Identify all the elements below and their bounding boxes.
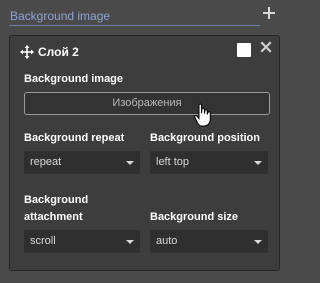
layer-title-row: Слой 2 xyxy=(10,36,279,66)
cursor-hand-icon xyxy=(194,103,211,127)
layer-panel: Слой 2 Background image Изображения Back… xyxy=(9,35,280,271)
background-position-value: left top xyxy=(156,156,190,168)
background-repeat-select[interactable]: repeat xyxy=(24,151,140,174)
background-repeat-label: Background repeat xyxy=(24,132,125,144)
close-icon[interactable] xyxy=(260,41,272,53)
move-icon[interactable] xyxy=(20,45,34,59)
section-title: Background image xyxy=(10,9,111,23)
background-image-label: Background image xyxy=(24,73,124,85)
background-size-value: auto xyxy=(156,235,178,247)
chevron-down-icon xyxy=(126,240,134,244)
background-attachment-select[interactable]: scroll xyxy=(24,230,140,253)
images-button[interactable]: Изображения xyxy=(24,92,270,115)
layer-title: Слой 2 xyxy=(38,45,79,59)
chevron-down-icon xyxy=(254,161,262,165)
header-divider xyxy=(9,25,260,26)
plus-icon[interactable] xyxy=(262,5,278,21)
background-size-select[interactable]: auto xyxy=(150,230,268,253)
background-attachment-value: scroll xyxy=(30,235,56,247)
background-size-label: Background size xyxy=(150,211,239,223)
background-attachment-label-line1: Background xyxy=(24,194,89,206)
chevron-down-icon xyxy=(254,240,262,244)
background-repeat-value: repeat xyxy=(30,156,62,168)
section-header: Background image xyxy=(0,0,290,34)
background-position-select[interactable]: left top xyxy=(150,151,268,174)
layer-visibility-checkbox[interactable] xyxy=(237,43,251,57)
background-position-label: Background position xyxy=(150,132,260,144)
background-attachment-label-line2: attachment xyxy=(24,211,83,223)
chevron-down-icon xyxy=(126,161,134,165)
